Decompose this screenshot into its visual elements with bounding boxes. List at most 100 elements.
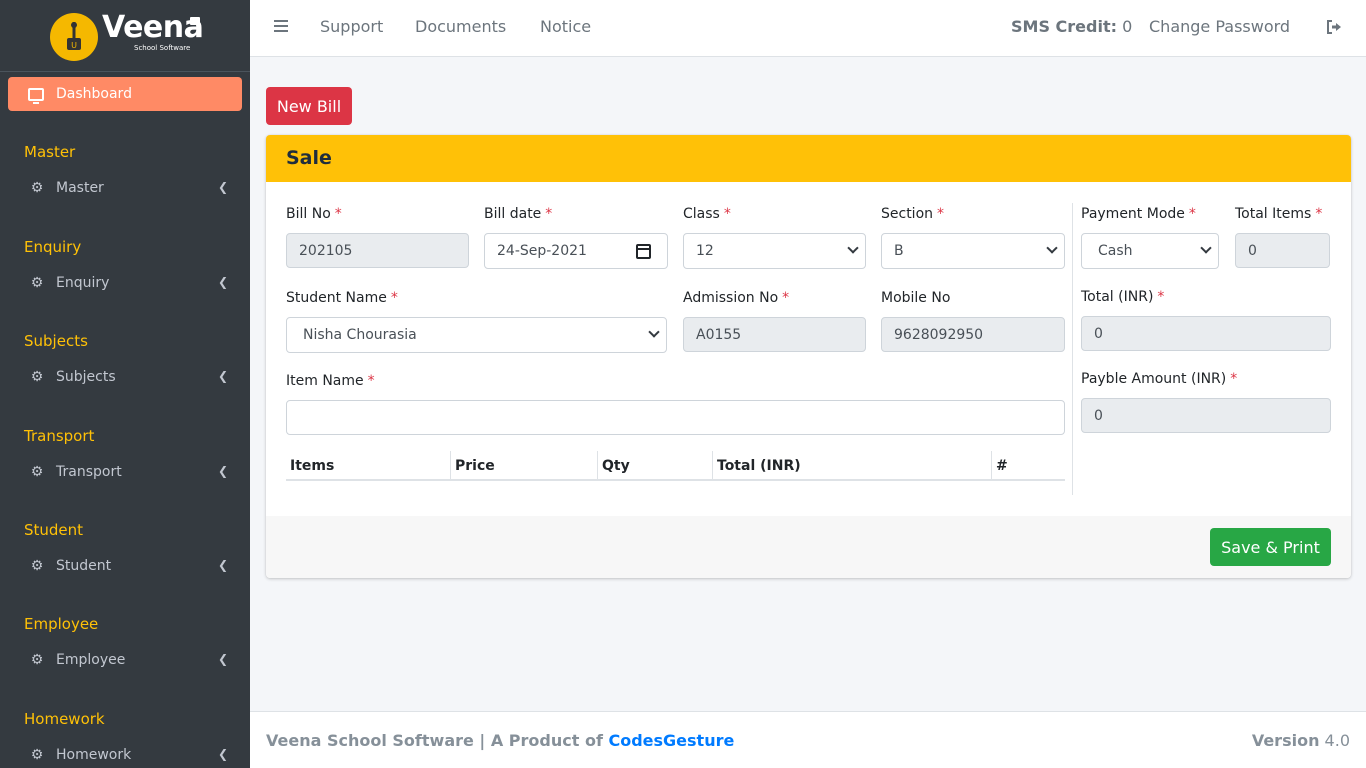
- item-name-label: Item Name *: [286, 373, 375, 389]
- bill-date-field[interactable]: 24-Sep-2021: [484, 233, 668, 269]
- student-name-value: Nisha Chourasia: [303, 327, 417, 343]
- calendar-icon[interactable]: [636, 244, 651, 259]
- footer-product-text: Veena School Software | A Product of: [266, 731, 603, 750]
- bill-no-value: 202105: [299, 242, 353, 259]
- table-header-qty: Qty: [598, 451, 713, 481]
- chevron-left-icon: ❮: [217, 747, 228, 761]
- save-print-button[interactable]: Save & Print: [1210, 528, 1331, 566]
- label-text: Payment Mode: [1081, 206, 1185, 222]
- sidebar-item-master[interactable]: ⚙ Master ❮: [8, 173, 242, 203]
- required-mark: *: [937, 206, 945, 222]
- sidebar-item-transport[interactable]: ⚙ Transport ❮: [8, 457, 242, 487]
- required-mark: *: [367, 373, 375, 389]
- total-inr-label: Total (INR) *: [1081, 289, 1164, 305]
- new-bill-button[interactable]: New Bill: [266, 87, 352, 125]
- bill-no-label: Bill No *: [286, 206, 342, 222]
- sidebar-item-employee[interactable]: ⚙ Employee ❮: [8, 645, 242, 675]
- payment-mode-label: Payment Mode *: [1081, 206, 1196, 222]
- required-mark: *: [1188, 206, 1196, 222]
- svg-text:U: U: [71, 41, 77, 50]
- nav-link-documents[interactable]: Documents: [415, 17, 506, 36]
- sidebar-item-label: Student: [56, 558, 112, 574]
- table-header-action: #: [996, 458, 1008, 474]
- class-select[interactable]: 12: [683, 233, 866, 269]
- admission-no-field[interactable]: A0155: [683, 317, 866, 352]
- mobile-no-field[interactable]: 9628092950: [881, 317, 1065, 352]
- admission-no-value: A0155: [696, 326, 742, 343]
- nav-link-notice[interactable]: Notice: [540, 17, 591, 36]
- label-text: Total (INR): [1081, 289, 1154, 305]
- section-select[interactable]: B: [881, 233, 1065, 269]
- sidebar-item-label: Homework: [56, 747, 132, 763]
- table-header-items: Items: [286, 451, 451, 481]
- column-divider: [1072, 203, 1073, 495]
- chevron-left-icon: ❮: [217, 369, 228, 383]
- label-text: Mobile No: [881, 290, 951, 306]
- sidebar-item-label: Dashboard: [56, 86, 132, 102]
- sidebar-header-homework: Homework: [24, 710, 105, 728]
- payment-mode-select[interactable]: Cash: [1081, 233, 1219, 269]
- items-table: Items Price Qty Total (INR) #: [286, 451, 1065, 481]
- chevron-left-icon: ❮: [217, 180, 228, 194]
- label-text: Section: [881, 206, 934, 222]
- student-name-select[interactable]: Nisha Chourasia: [286, 317, 667, 353]
- section-label: Section *: [881, 206, 944, 222]
- bill-no-field[interactable]: 202105: [286, 233, 469, 268]
- sidebar-header-master: Master: [24, 143, 76, 161]
- label-text: Bill date: [484, 206, 542, 222]
- sidebar-item-label: Master: [56, 180, 104, 196]
- required-mark: *: [390, 290, 398, 306]
- payable-amount-field[interactable]: 0: [1081, 398, 1331, 433]
- sidebar-item-label: Subjects: [56, 369, 116, 385]
- sidebar-header-employee: Employee: [24, 615, 99, 633]
- sidebar-item-student[interactable]: ⚙ Student ❮: [8, 551, 242, 581]
- sidebar-item-dashboard[interactable]: Dashboard: [8, 77, 242, 111]
- required-mark: *: [723, 206, 731, 222]
- brand[interactable]: U Veena School Software: [0, 0, 250, 72]
- nav-link-support[interactable]: Support: [320, 17, 383, 36]
- required-mark: *: [545, 206, 553, 222]
- label-text: Admission No: [683, 290, 779, 306]
- hamburger-menu-icon[interactable]: [274, 20, 288, 32]
- sidebar-header-transport: Transport: [24, 427, 95, 445]
- company-link[interactable]: CodesGesture: [608, 731, 734, 750]
- sidebar-header-student: Student: [24, 521, 84, 539]
- chevron-left-icon: ❮: [217, 464, 228, 478]
- item-name-input[interactable]: [286, 400, 1065, 435]
- sidebar-item-homework[interactable]: ⚙ Homework ❮: [8, 740, 242, 768]
- veena-logo-icon: U: [50, 13, 98, 61]
- label-text: Item Name: [286, 373, 364, 389]
- sidebar-item-subjects[interactable]: ⚙ Subjects ❮: [8, 362, 242, 392]
- payable-amount-label: Payble Amount (INR) *: [1081, 371, 1237, 387]
- sidebar-item-label: Transport: [56, 464, 122, 480]
- bill-date-value: 24-Sep-2021: [497, 243, 587, 259]
- sidebar-item-label: Employee: [56, 652, 126, 668]
- sms-credit-label: SMS Credit:: [1011, 17, 1118, 36]
- chevron-down-icon: [648, 326, 660, 338]
- total-inr-value: 0: [1094, 325, 1103, 342]
- page-footer: Veena School Software | A Product of Cod…: [250, 711, 1366, 768]
- card-header: Sale: [266, 135, 1351, 182]
- chevron-left-icon: ❮: [217, 558, 228, 572]
- required-mark: *: [1157, 289, 1165, 305]
- chevron-left-icon: ❮: [217, 652, 228, 666]
- admission-no-label: Admission No *: [683, 290, 789, 306]
- card-footer: Save & Print: [266, 516, 1351, 578]
- total-inr-field[interactable]: 0: [1081, 316, 1331, 351]
- change-password-link[interactable]: Change Password: [1149, 17, 1290, 36]
- desktop-icon: [28, 87, 44, 104]
- gear-icon: ⚙: [30, 369, 44, 385]
- gear-icon: ⚙: [30, 275, 44, 291]
- required-mark: *: [782, 290, 790, 306]
- chevron-left-icon: ❮: [217, 275, 228, 289]
- sidebar-header-subjects: Subjects: [24, 332, 88, 350]
- logout-icon[interactable]: [1326, 19, 1342, 35]
- student-name-label: Student Name *: [286, 290, 398, 306]
- label-text: Payble Amount (INR): [1081, 371, 1227, 387]
- brand-name: Veena: [102, 10, 204, 45]
- chevron-down-icon: [1046, 242, 1058, 254]
- total-items-field[interactable]: 0: [1235, 233, 1330, 268]
- class-value: 12: [696, 243, 714, 259]
- sidebar-item-enquiry[interactable]: ⚙ Enquiry ❮: [8, 268, 242, 298]
- total-items-value: 0: [1248, 242, 1257, 259]
